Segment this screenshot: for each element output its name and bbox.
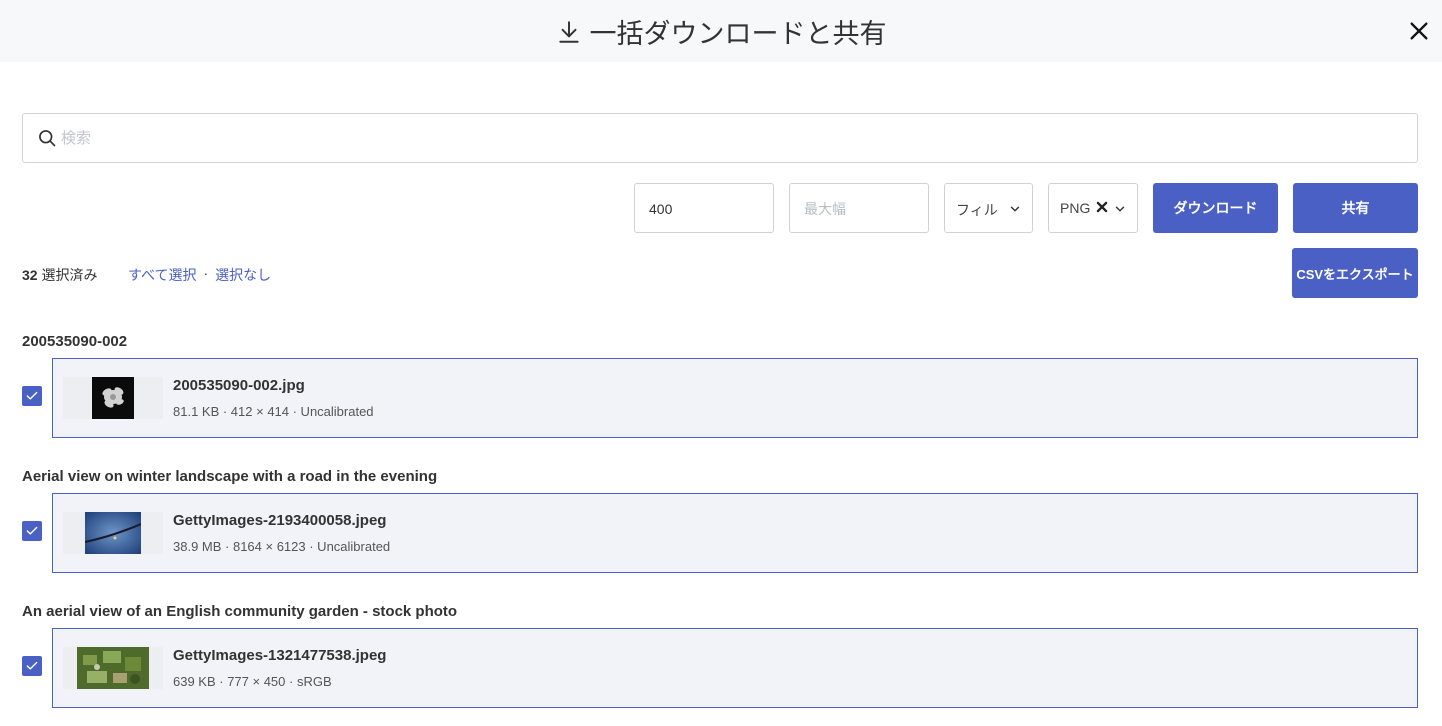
chevron-down-icon <box>1115 206 1125 212</box>
share-button[interactable]: 共有 <box>1293 183 1418 233</box>
file-card[interactable]: GettyImages-2193400058.jpeg 38.9 MB · 81… <box>52 493 1418 573</box>
x-icon[interactable] <box>1095 200 1109 214</box>
file-thumbnail <box>63 377 163 419</box>
format-select-value: PNG <box>1060 200 1091 216</box>
checkmark-icon <box>26 391 38 400</box>
file-name: GettyImages-1321477538.jpeg <box>173 647 387 664</box>
group-title: Aerial view on winter landscape with a r… <box>22 468 438 485</box>
export-csv-button[interactable]: CSVをエクスポート <box>1292 248 1418 298</box>
file-name: 200535090-002.jpg <box>173 377 305 394</box>
group-title: 200535090-002 <box>22 333 128 350</box>
thumbnail-image <box>92 377 134 419</box>
file-meta: 81.1 KB · 412 × 414 · Uncalibrated <box>173 404 374 419</box>
file-name: GettyImages-2193400058.jpeg <box>173 512 387 529</box>
file-meta: 38.9 MB · 8164 × 6123 · Uncalibrated <box>173 539 391 554</box>
file-checkbox[interactable] <box>22 386 42 406</box>
selected-count: 32 選択済み <box>22 265 97 285</box>
search-input[interactable] <box>61 122 1401 154</box>
select-all-link[interactable]: すべて選択 <box>128 265 196 285</box>
select-none-link[interactable]: 選択なし <box>215 265 271 285</box>
close-icon[interactable] <box>1408 20 1430 42</box>
thumbnail-image <box>85 512 141 554</box>
file-thumbnail <box>63 647 163 689</box>
thumbnail-image <box>77 647 149 689</box>
file-meta: 639 KB · 777 × 450 · sRGB <box>173 674 332 689</box>
max-width-field <box>789 183 929 233</box>
file-thumbnail <box>63 512 163 554</box>
format-select[interactable]: PNG <box>1048 183 1138 233</box>
download-button[interactable]: ダウンロード <box>1153 183 1278 233</box>
file-card[interactable]: GettyImages-1321477538.jpeg 639 KB · 777… <box>52 628 1418 708</box>
fit-select-value: フィル <box>956 202 998 218</box>
file-card[interactable]: 200535090-002.jpg 81.1 KB · 412 × 414 · … <box>52 358 1418 438</box>
selected-count-label: 選択済み <box>41 267 98 283</box>
width-input[interactable] <box>649 196 759 222</box>
max-width-input[interactable] <box>804 196 914 222</box>
modal-header: 一括ダウンロードと共有 <box>0 0 1442 62</box>
modal-title: 一括ダウンロードと共有 <box>0 12 1442 51</box>
selection-links: すべて選択 · 選択なし <box>128 265 271 285</box>
group-title: An aerial view of an English community g… <box>22 603 458 620</box>
search-box <box>22 113 1418 163</box>
width-field <box>634 183 774 233</box>
download-icon <box>558 20 579 43</box>
fit-select[interactable]: フィル <box>944 183 1033 233</box>
search-icon <box>39 130 56 147</box>
checkmark-icon <box>26 661 38 670</box>
modal-title-text: 一括ダウンロードと共有 <box>589 19 887 49</box>
selected-count-number: 32 <box>22 267 38 283</box>
chevron-down-icon <box>1010 206 1020 212</box>
separator: · <box>203 265 209 281</box>
file-checkbox[interactable] <box>22 521 42 541</box>
checkmark-icon <box>26 526 38 535</box>
file-checkbox[interactable] <box>22 656 42 676</box>
